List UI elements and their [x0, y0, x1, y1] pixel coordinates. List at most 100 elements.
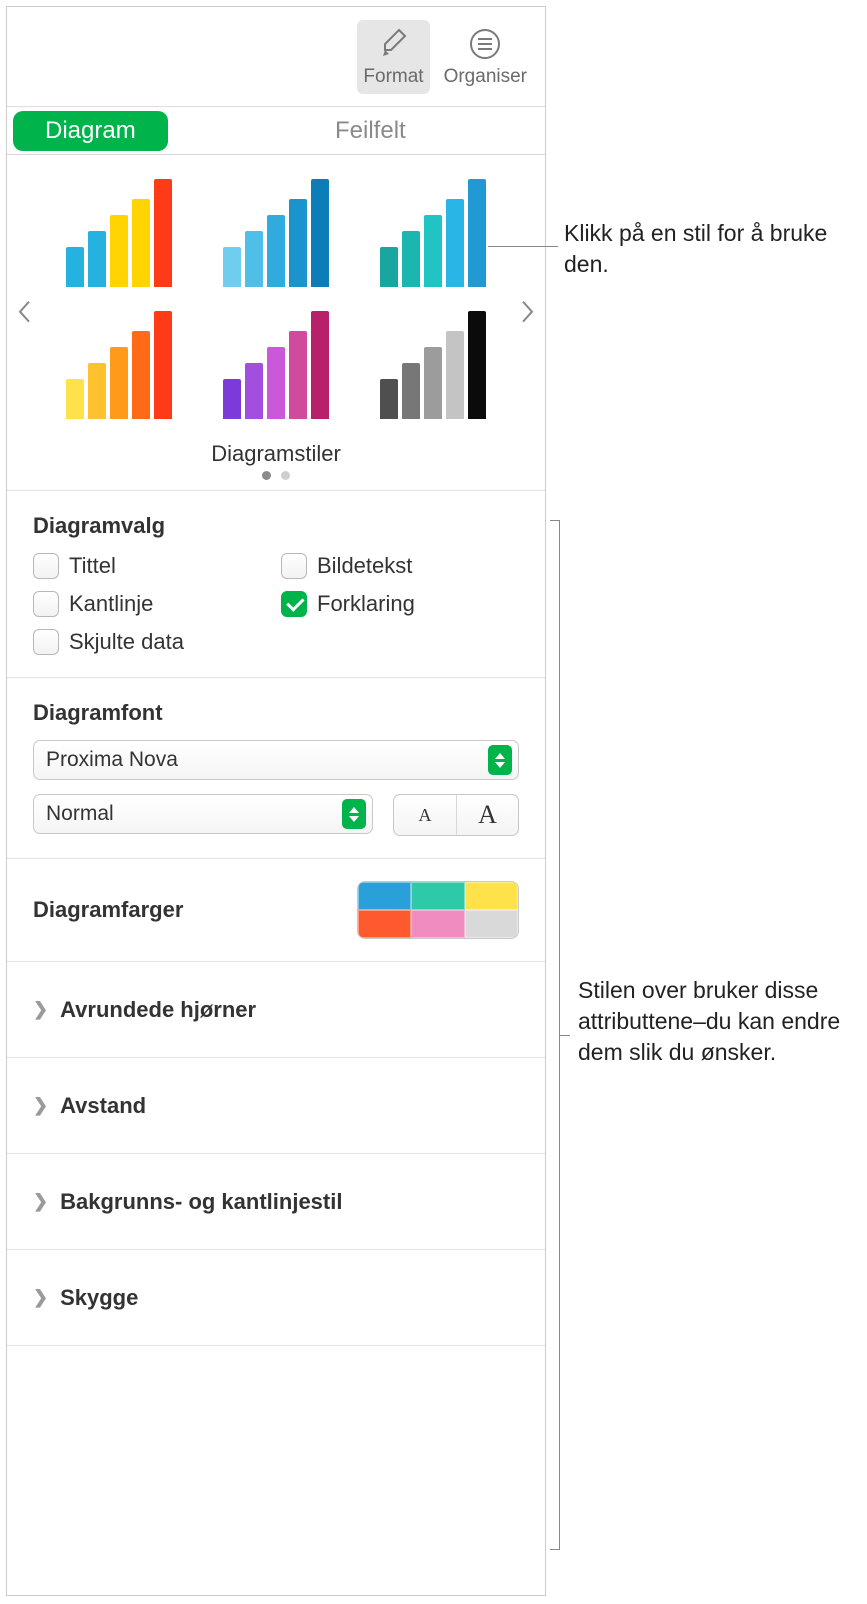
bar [380, 379, 398, 419]
bar [402, 231, 420, 287]
callout-connector [488, 246, 558, 247]
bar [66, 247, 84, 287]
bar [223, 379, 241, 419]
disclosure-shadow[interactable]: ❯ Skygge [7, 1250, 545, 1346]
option-label: Skjulte data [69, 629, 184, 655]
inspector-tabs: Diagram Feilfelt [7, 107, 545, 155]
swatch-cell [358, 910, 411, 938]
bar [132, 331, 150, 419]
callout-middle: Stilen over bruker disse attributtene–du… [578, 975, 858, 1068]
checkbox-caption[interactable] [281, 553, 307, 579]
disclosure-bg-border[interactable]: ❯ Bakgrunns- og kantlinjestil [7, 1154, 545, 1250]
format-label: Format [363, 66, 423, 88]
list-icon [467, 26, 503, 62]
chart-colors-picker[interactable] [357, 881, 519, 939]
disclosure-label: Skygge [60, 1285, 138, 1311]
bar [267, 347, 285, 419]
style-yellow-orange-red[interactable] [49, 305, 188, 425]
bar [245, 231, 263, 287]
bar [289, 331, 307, 419]
swatch-cell [465, 882, 518, 910]
stepper-icon [488, 745, 512, 775]
bar [311, 311, 329, 419]
checkbox-title[interactable] [33, 553, 59, 579]
bar [110, 347, 128, 419]
chevron-right-icon: ❯ [33, 1287, 48, 1308]
tab-errorbar[interactable]: Feilfelt [196, 111, 545, 151]
style-grayscale[interactable] [364, 305, 503, 425]
option-caption: Bildetekst [281, 553, 519, 579]
option-border: Kantlinje [33, 591, 271, 617]
bar [311, 179, 329, 287]
font-family-select[interactable]: Proxima Nova [33, 740, 519, 780]
swatch-cell [411, 882, 464, 910]
font-weight-value: Normal [46, 802, 114, 826]
chart-options-grid: Tittel Bildetekst Kantlinje Forklaring Skjul… [33, 553, 519, 655]
chart-colors-section: Diagramfarger [7, 859, 545, 962]
chart-styles-title: Diagramstiler [7, 431, 545, 471]
bar [468, 311, 486, 419]
paintbrush-icon [375, 26, 411, 62]
organize-button[interactable]: Organiser [438, 20, 533, 94]
gallery-prev[interactable] [13, 295, 35, 334]
style-blues[interactable] [206, 173, 345, 293]
swatch-cell [358, 882, 411, 910]
chart-options-section: Diagramvalg Tittel Bildetekst Kantlinje For… [7, 491, 545, 678]
bar [289, 199, 307, 287]
chevron-right-icon [521, 299, 535, 323]
font-weight-select[interactable]: Normal [33, 794, 373, 834]
bar [154, 179, 172, 287]
disclosure-label: Avrundede hjørner [60, 997, 256, 1023]
option-title: Tittel [33, 553, 271, 579]
disclosure-spacing[interactable]: ❯ Avstand [7, 1058, 545, 1154]
font-size-decrease[interactable]: A [394, 795, 456, 835]
tab-chart[interactable]: Diagram [13, 111, 168, 151]
bar [132, 199, 150, 287]
option-label: Bildetekst [317, 553, 412, 579]
bar [245, 363, 263, 419]
style-blue-yellow-red[interactable] [49, 173, 188, 293]
toolbar: Format Organiser [7, 7, 545, 107]
option-legend: Forklaring [281, 591, 519, 617]
font-family-value: Proxima Nova [46, 748, 178, 772]
bar [88, 363, 106, 419]
bar [66, 379, 84, 419]
style-purple-magenta[interactable] [206, 305, 345, 425]
bar [267, 215, 285, 287]
pager-dot-1[interactable] [262, 471, 271, 480]
chevron-right-icon: ❯ [33, 1095, 48, 1116]
organize-label: Organiser [444, 66, 527, 88]
checkbox-hidden[interactable] [33, 629, 59, 655]
gallery-pager [7, 471, 545, 490]
pager-dot-2[interactable] [281, 471, 290, 480]
chevron-right-icon: ❯ [33, 1191, 48, 1212]
disclosure-rounded-corners[interactable]: ❯ Avrundede hjørner [7, 962, 545, 1058]
chart-styles-grid [7, 165, 545, 431]
chart-styles-section: Diagramstiler [7, 155, 545, 491]
chart-options-heading: Diagramvalg [33, 513, 519, 539]
disclosure-label: Bakgrunns- og kantlinjestil [60, 1189, 342, 1215]
disclosure-label: Avstand [60, 1093, 146, 1119]
bar [154, 311, 172, 419]
chevron-left-icon [17, 299, 31, 323]
bar [88, 231, 106, 287]
font-size-increase[interactable]: A [456, 795, 518, 835]
chart-font-section: Diagramfont Proxima Nova Normal A A [7, 678, 545, 859]
bar [468, 179, 486, 287]
checkbox-legend[interactable] [281, 591, 307, 617]
swatch-cell [411, 910, 464, 938]
chart-colors-heading: Diagramfarger [33, 897, 183, 923]
swatch-cell [465, 910, 518, 938]
bar [424, 215, 442, 287]
callout-connector [560, 1035, 570, 1036]
option-hidden: Skjulte data [33, 629, 271, 655]
gallery-next[interactable] [517, 295, 539, 334]
checkbox-border[interactable] [33, 591, 59, 617]
format-button[interactable]: Format [357, 20, 429, 94]
bar [223, 247, 241, 287]
option-label: Tittel [69, 553, 116, 579]
style-teal-blue[interactable] [364, 173, 503, 293]
callout-top: Klikk på en stil for å bruke den. [564, 218, 844, 280]
chevron-right-icon: ❯ [33, 999, 48, 1020]
callout-bracket [550, 520, 560, 1550]
